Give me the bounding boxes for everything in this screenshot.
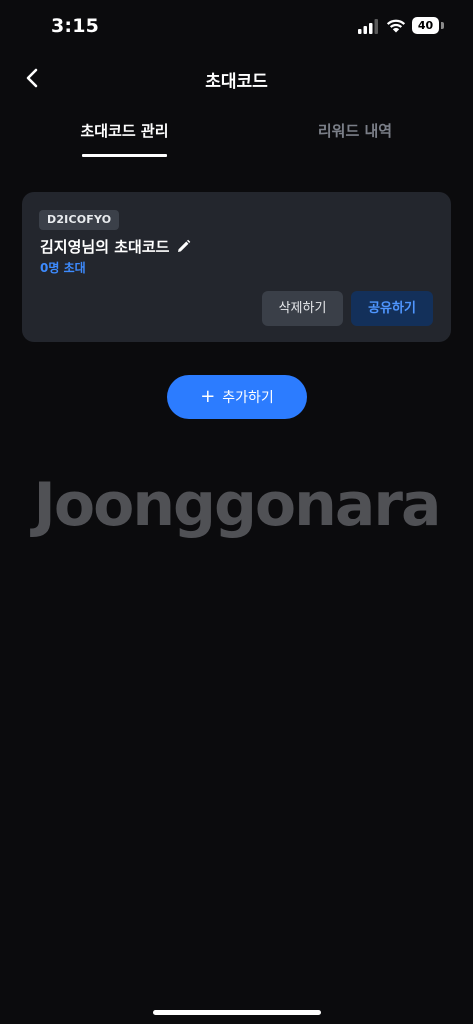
- pencil-icon[interactable]: [176, 239, 191, 254]
- tab-label: 리워드 내역: [317, 122, 393, 140]
- page-title: 초대코드: [205, 72, 268, 92]
- delete-button[interactable]: 삭제하기: [262, 291, 343, 326]
- wifi-icon: [386, 19, 406, 33]
- plus-icon: +: [200, 386, 216, 407]
- tab-invite-code-management[interactable]: 초대코드 관리: [78, 120, 171, 158]
- tab-label: 초대코드 관리: [80, 122, 169, 140]
- brand-logo: Joonggonara: [33, 470, 442, 540]
- tab-reward-history[interactable]: 리워드 내역: [300, 120, 410, 158]
- active-tab-indicator: [82, 154, 167, 157]
- home-indicator[interactable]: [153, 1010, 321, 1015]
- add-code-button[interactable]: + 추가하기: [167, 375, 307, 419]
- invite-code-card: D2ICOFYO 김지영님의 초대코드 0명 초대 삭제하기 공유하기: [22, 192, 451, 342]
- battery-cap: [441, 22, 444, 29]
- invite-code-name: 김지영님의 초대코드: [40, 237, 170, 256]
- header: 초대코드: [0, 56, 473, 100]
- status-time: 3:15: [51, 15, 100, 37]
- invite-count: 0명 초대: [40, 261, 86, 275]
- share-button[interactable]: 공유하기: [351, 291, 433, 326]
- cellular-signal-icon: [358, 19, 378, 34]
- battery-icon: 40: [412, 17, 444, 35]
- tab-bar: 초대코드 관리 리워드 내역: [0, 112, 473, 160]
- status-bar: 3:15 40: [0, 0, 473, 54]
- battery-level: 40: [412, 17, 439, 34]
- invite-code-name-row: 김지영님의 초대코드: [40, 235, 191, 257]
- add-code-label: 추가하기: [222, 390, 274, 406]
- invite-code-badge: D2ICOFYO: [39, 210, 120, 230]
